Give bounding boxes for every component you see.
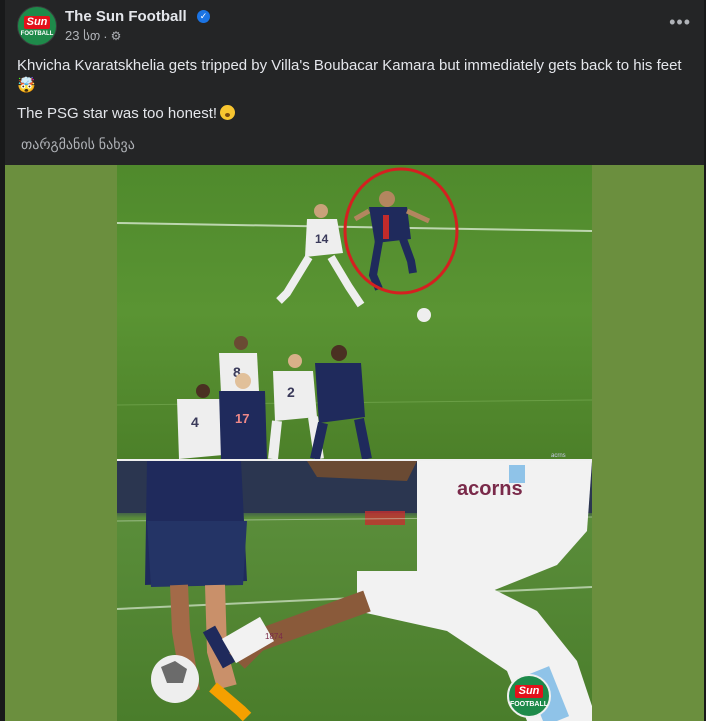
jersey-number-2: 2 — [287, 384, 295, 400]
post-image[interactable]: 14 8 2 4 17 acrns acorns 1874 Sun FOOTBA… — [5, 165, 704, 721]
post-header: Sun FOOTBALL The Sun Football ✓ 23 სთ · … — [17, 6, 697, 48]
post-card: Sun FOOTBALL The Sun Football ✓ 23 სთ · … — [5, 0, 704, 721]
verified-badge-icon: ✓ — [197, 10, 210, 23]
top-panel-image: 14 8 2 4 17 acrns — [117, 165, 592, 459]
sun-football-watermark: Sun FOOTBALL — [507, 674, 551, 718]
logo-subtitle: FOOTBALL — [20, 31, 54, 37]
more-options-icon[interactable]: ••• — [669, 12, 691, 33]
top-panel-scene: 14 8 2 4 17 acrns — [117, 167, 592, 459]
jersey-number-4: 4 — [191, 414, 199, 430]
watermark-sub-text: FOOTBALL — [509, 701, 549, 708]
gear-icon[interactable]: ⚙ — [111, 29, 122, 43]
page-name-link[interactable]: The Sun Football — [65, 8, 187, 25]
post-meta: 23 სთ · ⚙ — [65, 28, 121, 44]
meta-separator: · — [103, 28, 108, 44]
post-timestamp[interactable]: 23 სთ — [65, 28, 100, 44]
player-white-2: 2 — [268, 354, 324, 459]
caption-line-2: The PSG star was too honest! — [17, 104, 236, 124]
jersey-number-14: 14 — [315, 232, 329, 246]
sock-text: 1874 — [265, 632, 283, 641]
page-avatar[interactable]: Sun FOOTBALL — [17, 6, 57, 46]
watermark-sun-text: Sun — [515, 685, 543, 698]
ball — [417, 308, 431, 322]
caption-text-2: The PSG star was too honest! — [17, 105, 218, 122]
player-psg-highlighted — [353, 191, 431, 291]
player-white-4: 4 — [177, 384, 223, 459]
see-translation-link[interactable]: თარგმანის ნახვა — [21, 136, 135, 153]
sun-logo-text: Sun — [24, 16, 50, 29]
jersey-number-17: 17 — [235, 411, 249, 426]
caption-line-1: Khvicha Kvaratskhelia gets tripped by Vi… — [17, 57, 682, 94]
player-psg-back — [310, 345, 372, 459]
grimacing-face-icon — [220, 105, 236, 120]
